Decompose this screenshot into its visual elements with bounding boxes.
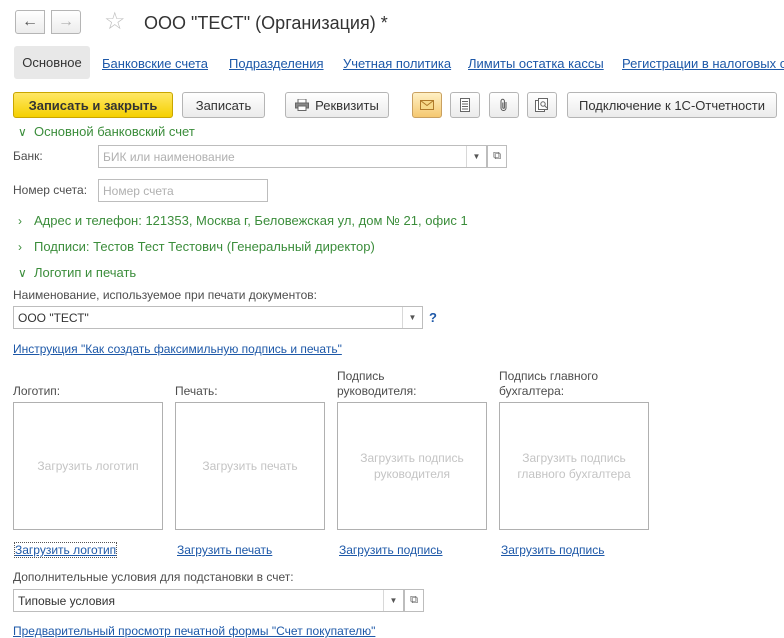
requisites-button[interactable]: Реквизиты [285, 92, 389, 118]
arrow-left-icon: ← [22, 13, 38, 30]
tab-bank-accounts[interactable]: Банковские счета [102, 56, 208, 71]
signatures-group-label: Подписи: Тестов Тест Тестович (Генеральн… [34, 239, 375, 254]
chevron-down-icon[interactable]: ▼ [383, 590, 403, 611]
tab-tax-registrations[interactable]: Регистрации в налоговых о [622, 56, 784, 71]
chevron-right-icon: › [18, 239, 22, 254]
bank-label: Банк: [13, 149, 43, 163]
print-name-value: ООО "ТЕСТ" [18, 310, 89, 325]
star-icon[interactable]: ☆ [104, 10, 126, 34]
instruction-link[interactable]: Инструкция "Как создать факсимильную под… [13, 342, 342, 356]
attach-button[interactable] [489, 92, 519, 118]
logo-label: Логотип: [13, 384, 61, 398]
tab-main[interactable]: Основное [14, 46, 90, 79]
forward-button[interactable]: → [51, 10, 81, 34]
chevron-down-icon[interactable]: ▼ [402, 307, 422, 328]
conditions-value: Типовые условия [18, 593, 115, 608]
open-icon[interactable]: ⧉ [487, 145, 507, 168]
page-title: ООО "ТЕСТ" (Организация) * [144, 13, 388, 33]
chevron-right-icon: › [18, 213, 22, 228]
document-list-icon [460, 98, 470, 112]
upload-director-signature-link[interactable]: Загрузить подпись [339, 543, 443, 557]
envelope-button[interactable] [412, 92, 442, 118]
chevron-down-icon[interactable]: ▼ [466, 146, 486, 167]
connect-reporting-button[interactable]: Подключение к 1С-Отчетности [567, 92, 777, 118]
account-placeholder: Номер счета [103, 183, 174, 198]
accountant-signature-label: Подпись главного бухгалтера: [499, 369, 599, 398]
account-number-input[interactable]: Номер счета [98, 179, 268, 202]
tab-accounting-policy[interactable]: Учетная политика [343, 56, 451, 71]
accountant-signature-image-area[interactable]: Загрузить подпись главного бухгалтера [499, 402, 649, 530]
logo-group-label: Логотип и печать [34, 265, 137, 280]
address-group-label: Адрес и телефон: 121353, Москва г, Белов… [34, 213, 468, 228]
upload-logo-link[interactable]: Загрузить логотип [13, 542, 118, 558]
report-button[interactable] [527, 92, 557, 118]
toolbar-clip [0, 119, 784, 124]
bank-account-group-header[interactable]: ∨ Основной банковский счет [18, 124, 195, 139]
address-group-header[interactable]: › Адрес и телефон: 121353, Москва г, Бел… [18, 213, 468, 228]
report-icon [535, 98, 549, 112]
bank-account-group-label: Основной банковский счет [34, 124, 195, 139]
save-and-close-button[interactable]: Записать и закрыть [13, 92, 173, 118]
paperclip-icon [499, 98, 509, 112]
director-signature-image-area[interactable]: Загрузить подпись руководителя [337, 402, 487, 530]
arrow-right-icon: → [58, 13, 74, 30]
printer-icon [295, 99, 310, 111]
stamp-image-area[interactable]: Загрузить печать [175, 402, 325, 530]
document-list-button[interactable] [450, 92, 480, 118]
account-label: Номер счета: [13, 183, 88, 197]
conditions-label: Дополнительные условия для подстановки в… [13, 570, 294, 584]
conditions-input[interactable]: Типовые условия ▼ [13, 589, 404, 612]
bank-input[interactable]: БИК или наименование ▼ [98, 145, 487, 168]
print-name-input[interactable]: ООО "ТЕСТ" ▼ [13, 306, 423, 329]
chevron-down-icon: ∨ [18, 124, 27, 139]
upload-stamp-link[interactable]: Загрузить печать [177, 543, 272, 557]
tab-cash-limits[interactable]: Лимиты остатка кассы [468, 56, 604, 71]
tab-divisions[interactable]: Подразделения [229, 56, 324, 71]
back-button[interactable]: ← [15, 10, 45, 34]
open-icon[interactable]: ⧉ [404, 589, 424, 612]
logo-group-header[interactable]: ∨ Логотип и печать [18, 265, 136, 280]
chevron-down-icon: ∨ [18, 265, 27, 280]
logo-image-area[interactable]: Загрузить логотип [13, 402, 163, 530]
signatures-group-header[interactable]: › Подписи: Тестов Тест Тестович (Генерал… [18, 239, 375, 254]
requisites-label: Реквизиты [315, 97, 379, 113]
director-signature-label: Подпись руководителя: [337, 369, 417, 398]
envelope-icon [420, 100, 434, 110]
stamp-label: Печать: [175, 384, 218, 398]
preview-print-form-link[interactable]: Предварительный просмотр печатной формы … [13, 624, 375, 638]
bank-placeholder: БИК или наименование [103, 149, 235, 164]
help-icon[interactable]: ? [429, 310, 437, 325]
upload-accountant-signature-link[interactable]: Загрузить подпись [501, 543, 605, 557]
save-button[interactable]: Записать [182, 92, 265, 118]
print-name-label: Наименование, используемое при печати до… [13, 288, 317, 302]
